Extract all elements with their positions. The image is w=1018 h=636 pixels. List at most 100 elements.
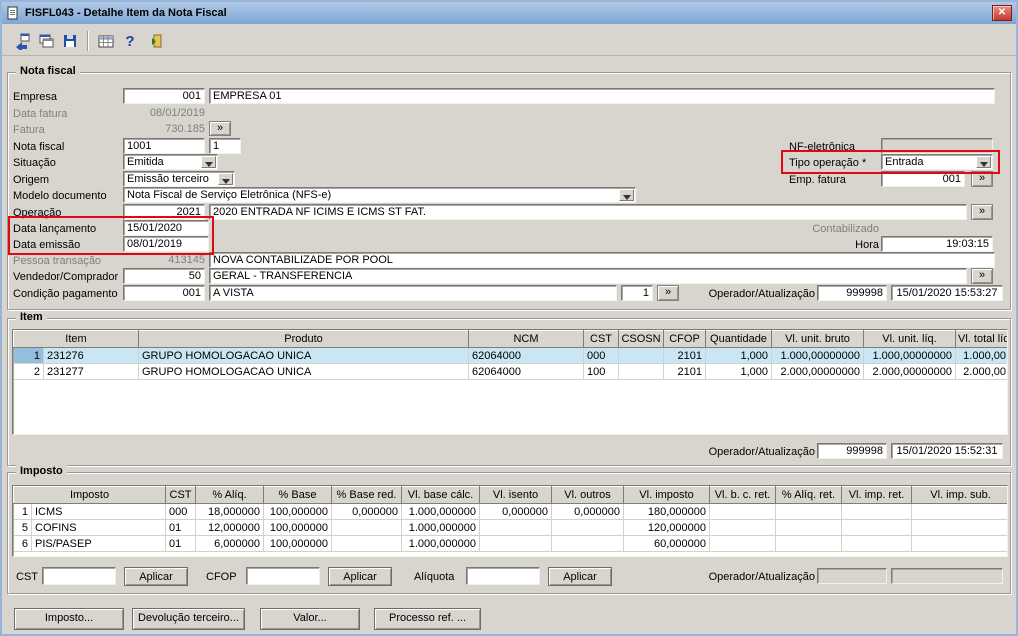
vendedor-lookup-button[interactable]: »: [971, 268, 993, 284]
nota-fiscal-numero-input[interactable]: [123, 138, 205, 154]
hora-field: 19:03:15: [881, 236, 993, 252]
grid-icon[interactable]: [94, 29, 118, 53]
empresa-code-input[interactable]: [123, 88, 205, 104]
table-cell: COFINS: [31, 519, 167, 536]
nf-eletronica-field: [881, 138, 993, 154]
column-header[interactable]: Vl. unit. líq.: [863, 330, 956, 348]
exit-icon[interactable]: [142, 29, 166, 53]
table-row[interactable]: 1 ICMS 000 18,000000 100,000000 0,000000 1.000…: [13, 503, 1007, 520]
copy-window-icon[interactable]: [34, 29, 58, 53]
data-lancamento-input[interactable]: [123, 220, 209, 236]
column-header[interactable]: CSOSN: [618, 330, 664, 348]
tipo-operacao-select[interactable]: Entrada: [881, 154, 993, 170]
cst-aplicar-button[interactable]: Aplicar: [124, 567, 188, 586]
column-header[interactable]: Vl. outros: [551, 486, 625, 504]
table-cell: 2.000,00: [955, 363, 1007, 380]
processo-ref-button[interactable]: Processo ref. ...: [374, 608, 481, 630]
table-cell: [709, 519, 777, 536]
nota-fiscal-serie-input[interactable]: [209, 138, 241, 154]
column-header[interactable]: Vl. unit. bruto: [771, 330, 864, 348]
column-header[interactable]: Vl. isento: [479, 486, 553, 504]
column-header[interactable]: Vl. imposto: [623, 486, 711, 504]
table-row[interactable]: 6 PIS/PASEP 01 6,000000 100,000000 1.000,0000…: [13, 535, 1007, 552]
help-icon[interactable]: ?: [118, 29, 142, 53]
table-row[interactable]: 2 231277 GRUPO HOMOLOGACAO UNICA 62064000 10…: [13, 363, 1007, 380]
table-row[interactable]: 1 231276 GRUPO HOMOLOGACAO UNICA 62064000 00…: [13, 347, 1007, 364]
pessoa-transacao-desc-field: NOVA CONTABILIZADE POR POOL: [209, 252, 995, 268]
fatura-lookup-button[interactable]: »: [209, 121, 231, 136]
origem-select[interactable]: Emissão terceiro: [123, 171, 235, 187]
app-window: FISFL043 - Detalhe Item da Nota Fiscal ✕…: [0, 0, 1018, 636]
operador-datetime-field: [891, 568, 1003, 584]
empresa-name-field: EMPRESA 01: [209, 88, 995, 104]
aliquota-input[interactable]: [466, 567, 540, 585]
column-header[interactable]: Vl. imp. sub.: [911, 486, 1007, 504]
imposto-button[interactable]: Imposto...: [14, 608, 124, 630]
pessoa-transacao-code: 413145: [168, 254, 205, 266]
table-cell: 1.000,00000000: [863, 347, 956, 364]
table-cell: 100,000000: [263, 535, 333, 552]
column-header[interactable]: Item: [13, 330, 139, 348]
column-header[interactable]: Quantidade: [705, 330, 772, 348]
situacao-value: Emitida: [127, 156, 164, 168]
condicao-desc-field: A VISTA: [209, 285, 617, 301]
parcelas-field: 1: [621, 285, 653, 301]
devolucao-terceiro-button[interactable]: Devolução terceiro...: [132, 608, 245, 630]
save-icon[interactable]: [58, 29, 82, 53]
column-header[interactable]: % Alíq. ret.: [775, 486, 843, 504]
table-cell: [911, 503, 1007, 520]
column-header[interactable]: CST: [583, 330, 619, 348]
modelo-documento-select[interactable]: Nota Fiscal de Serviço Eletrônica (NFS-e…: [123, 187, 636, 203]
column-header[interactable]: NCM: [468, 330, 584, 348]
situacao-select[interactable]: Emitida: [123, 154, 218, 170]
cfop-input[interactable]: [246, 567, 320, 585]
column-header[interactable]: CFOP: [663, 330, 706, 348]
data-emissao-input[interactable]: [123, 236, 209, 252]
table-cell: 0,000000: [551, 503, 625, 520]
emp-fatura-lookup-button[interactable]: »: [971, 171, 993, 187]
chevron-down-icon[interactable]: [201, 156, 216, 168]
imposto-grid: Imposto CST % Alíq. % Base % Base red. V…: [12, 485, 1008, 557]
table-cell: 231276: [43, 347, 139, 364]
valor-button[interactable]: Valor...: [260, 608, 360, 630]
table-cell: 100: [583, 363, 619, 380]
vendedor-code-input[interactable]: [123, 268, 205, 284]
table-cell: 2: [13, 363, 44, 380]
column-header[interactable]: % Base red.: [331, 486, 403, 504]
data-fatura-value: 08/01/2019: [149, 107, 205, 119]
table-cell: 100,000000: [263, 503, 333, 520]
chevron-down-icon[interactable]: [218, 173, 233, 185]
column-header[interactable]: Vl. imp. ret.: [841, 486, 913, 504]
condicao-code-input[interactable]: [123, 285, 205, 301]
column-header[interactable]: CST: [165, 486, 197, 504]
operador-datetime-field: 15/01/2020 15:52:31: [891, 443, 1003, 459]
aliquota-label: Alíquota: [414, 571, 455, 583]
column-header[interactable]: Vl. b. c. ret.: [709, 486, 777, 504]
table-cell: [618, 363, 664, 380]
column-header[interactable]: Produto: [138, 330, 469, 348]
chevron-down-icon[interactable]: [976, 156, 991, 168]
transfer-icon[interactable]: [10, 29, 34, 53]
column-header[interactable]: Vl. total líq.: [955, 330, 1007, 348]
condicao-lookup-button[interactable]: »: [657, 285, 679, 301]
table-row[interactable]: 5 COFINS 01 12,000000 100,000000 1.000,000000…: [13, 519, 1007, 536]
operacao-code-input[interactable]: [123, 204, 205, 220]
operacao-label: Operação: [13, 207, 62, 219]
aliquota-aplicar-button[interactable]: Aplicar: [548, 567, 612, 586]
hora-label: Hora: [855, 239, 879, 251]
operacao-lookup-button[interactable]: »: [971, 204, 993, 220]
cfop-aplicar-button[interactable]: Aplicar: [328, 567, 392, 586]
emp-fatura-input[interactable]: [881, 171, 965, 187]
table-cell: [551, 519, 625, 536]
imposto-group: Imposto Imposto CST % Alíq. % Base % Bas…: [7, 465, 1011, 594]
table-cell: [775, 519, 843, 536]
close-button[interactable]: ✕: [992, 5, 1012, 21]
chevron-down-icon[interactable]: [619, 189, 634, 201]
table-cell: [479, 535, 553, 552]
cst-input[interactable]: [42, 567, 116, 585]
column-header[interactable]: % Alíq.: [195, 486, 265, 504]
column-header[interactable]: Imposto: [13, 486, 167, 504]
modelo-documento-value: Nota Fiscal de Serviço Eletrônica (NFS-e…: [127, 189, 332, 201]
column-header[interactable]: % Base: [263, 486, 333, 504]
column-header[interactable]: Vl. base cálc.: [401, 486, 481, 504]
